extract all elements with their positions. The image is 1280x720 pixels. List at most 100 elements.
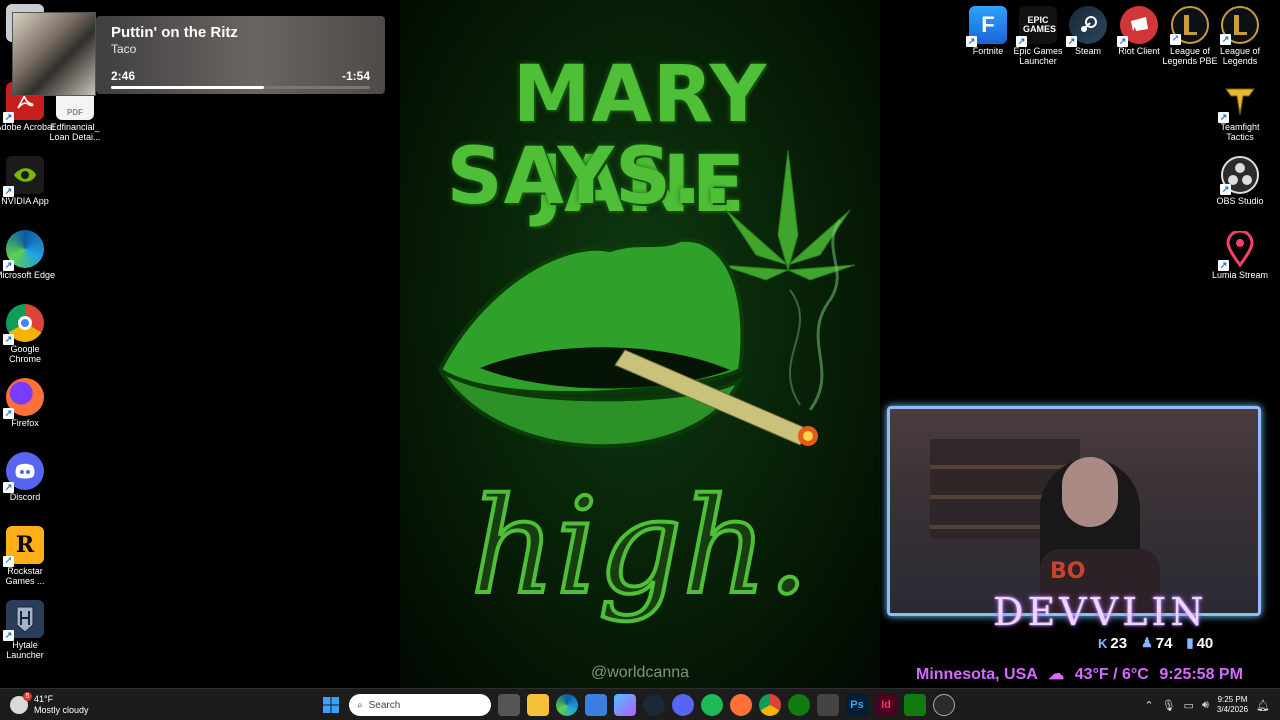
taskbar-steam-icon[interactable] <box>643 694 665 716</box>
taskbar-clock[interactable]: 9:25 PM 3/4/2026 <box>1217 695 1248 715</box>
overlay-temp: 43°F / 6°C <box>1074 666 1149 683</box>
media-card[interactable]: Puttin' on the Ritz Taco 2:46 -1:54 <box>96 16 385 94</box>
media-artist: Taco <box>111 42 137 56</box>
taskbar-weather[interactable]: 5 41°F Mostly cloudy <box>10 692 89 718</box>
spotify-icon[interactable] <box>701 694 723 716</box>
desktop-icon-label: Teamfight Tactics <box>1220 122 1260 142</box>
clock-time: 9:25 PM <box>1217 695 1248 704</box>
kick-icon: K <box>1098 635 1108 651</box>
desktop-icon-label: Rockstar Games ... <box>5 566 45 586</box>
taskbar-firefox-icon[interactable] <box>730 694 752 716</box>
media-progress-fill <box>111 86 264 89</box>
desktop-icon-firefox[interactable]: ↗ Firefox <box>0 378 56 428</box>
taskbar-apps: ⌕ Search Ps Id <box>320 692 955 718</box>
desktop-icon-label: Google Chrome <box>8 344 41 364</box>
desktop-icon-label: Lumia Stream <box>1211 270 1269 280</box>
network-icon[interactable]: ▭ <box>1184 699 1194 712</box>
desktop-icon-label: NVIDIA App <box>1 196 49 206</box>
overlay-location: Minnesota, USA <box>916 666 1038 683</box>
overlay-weather: Minnesota, USA ☁ 43°F / 6°C 9:25:58 PM <box>916 664 1249 684</box>
desktop-icon-label: OBS Studio <box>1216 196 1264 206</box>
taskbar-search[interactable]: ⌕ Search <box>349 694 491 716</box>
wallpaper-credit: @worldcanna <box>590 664 690 681</box>
desktop-icon-label: Firefox <box>11 418 39 428</box>
search-icon: ⌕ <box>357 699 363 711</box>
copilot-icon[interactable] <box>614 694 636 716</box>
taskbar-chrome-icon[interactable] <box>759 694 781 716</box>
indesign-icon[interactable]: Id <box>875 694 897 716</box>
webcam-shirt-text: BO <box>1050 559 1086 584</box>
wallpaper: MARY JANE SAYS.. high. @worldcanna <box>400 0 880 688</box>
firefox-icon: ↗ <box>3 378 44 419</box>
stat-viewers-value: 40 <box>1196 634 1214 652</box>
desktop-icon-nvidia-app[interactable]: ↗ NVIDIA App <box>0 156 56 206</box>
rockstar-icon: R ↗ <box>3 526 44 567</box>
hytale-icon: ↗ <box>3 600 44 641</box>
clock-date: 3/4/2026 <box>1216 705 1249 714</box>
weather-badge: 5 <box>23 692 32 701</box>
obs-icon: ↗ <box>1220 156 1259 195</box>
media-overlay[interactable]: Puttin' on the Ritz Taco 2:46 -1:54 <box>8 8 386 96</box>
album-art <box>12 12 96 96</box>
epic-icon-text: EPIC GAMES <box>1023 15 1057 34</box>
media-remaining: -1:54 <box>341 69 370 83</box>
webcam-overlay: BO <box>887 406 1261 616</box>
task-view-icon[interactable] <box>498 694 520 716</box>
stream-stats: K 23 ♟ 74 ▮ 40 <box>1098 632 1268 654</box>
tft-icon: ↗ <box>1218 82 1259 123</box>
user-icon: ♟ <box>1141 635 1153 650</box>
desktop-icon-microsoft-edge[interactable]: ↗ Microsoft Edge <box>0 230 56 280</box>
rockstar-icon-text: R <box>15 532 35 558</box>
desktop-icon-discord[interactable]: ↗ Discord <box>0 452 56 502</box>
webcam-face <box>1062 457 1118 527</box>
lips-artwork <box>437 149 856 449</box>
desktop-icon-rockstar-games[interactable]: R ↗ Rockstar Games ... <box>0 526 56 586</box>
desktop-icon-label: Discord <box>9 492 41 502</box>
desktop-icon-google-chrome[interactable]: ↗ Google Chrome <box>0 304 56 364</box>
search-placeholder: Search <box>368 699 401 711</box>
start-button[interactable] <box>320 694 342 716</box>
media-title: Puttin' on the Ritz <box>111 24 238 41</box>
weather-desc: Mostly cloudy <box>34 705 89 715</box>
stat-followers-value: 74 <box>1155 634 1173 652</box>
volume-icon[interactable]: 🔊︎ <box>1202 699 1209 712</box>
streamer-name: DEVVLIN <box>993 590 1208 634</box>
xbox-icon[interactable] <box>788 694 810 716</box>
epic-games-icon: EPIC GAMES ↗ <box>1016 6 1057 47</box>
microphone-icon[interactable]: 🎙︎ <box>1162 699 1176 712</box>
stat-kick-value: 23 <box>1110 634 1128 652</box>
league-icon: ↗ <box>1220 6 1259 45</box>
chevron-up-icon[interactable]: ⌃ <box>1144 699 1153 712</box>
file-explorer-icon[interactable] <box>527 694 549 716</box>
media-progress-bar[interactable] <box>111 86 370 89</box>
weather-temp: 41°F <box>34 694 54 704</box>
riot-icon: ↗ <box>1117 6 1158 47</box>
nvidia-icon: ↗ <box>3 156 44 197</box>
chrome-icon: ↗ <box>3 304 44 345</box>
photoshop-icon-text: Ps <box>850 699 864 711</box>
desktop-icon-label: Edfinancial_ Loan Detai... <box>49 122 101 142</box>
desktop: MARY JANE SAYS.. high. @worldcanna ↗ Ado… <box>0 0 1280 688</box>
taskbar-discord-icon[interactable] <box>672 694 694 716</box>
microsoft-store-icon[interactable] <box>585 694 607 716</box>
steam-icon: ↗ <box>1066 6 1107 47</box>
desktop-icon-teamfight-tactics[interactable]: ↗ Teamfight Tactics <box>1209 82 1271 142</box>
overlay-time: 9:25:58 PM <box>1159 666 1243 683</box>
desktop-icon-label: Hytale Launcher <box>6 640 44 660</box>
photoshop-icon[interactable]: Ps <box>846 694 868 716</box>
desktop-icon-hytale-launcher[interactable]: ↗ Hytale Launcher <box>0 600 56 660</box>
system-tray: ⌃ 🎙︎ ▭ 🔊︎ 9:25 PM 3/4/2026 🔔︎ <box>1144 692 1280 718</box>
taskbar: 5 41°F Mostly cloudy ⌕ Search Ps Id ⌃ 🎙︎… <box>0 688 1280 720</box>
desktop-icon-obs-studio[interactable]: ↗ OBS Studio <box>1209 156 1271 206</box>
snipping-tool-icon[interactable] <box>817 694 839 716</box>
bars-icon: ▮ <box>1186 635 1194 650</box>
taskbar-edge-icon[interactable] <box>556 694 578 716</box>
stat-kick: K 23 <box>1098 635 1127 652</box>
windows-icon <box>323 697 339 713</box>
xbox-app-icon[interactable] <box>904 694 926 716</box>
taskbar-obs-icon[interactable] <box>933 694 955 716</box>
notification-bell-icon[interactable]: 🔔︎ <box>1256 699 1270 712</box>
discord-icon: ↗ <box>3 452 44 493</box>
desktop-icon-league-of-legends[interactable]: ↗ League of Legends <box>1209 6 1271 66</box>
desktop-icon-lumia-stream[interactable]: ↗ Lumia Stream <box>1209 230 1271 280</box>
